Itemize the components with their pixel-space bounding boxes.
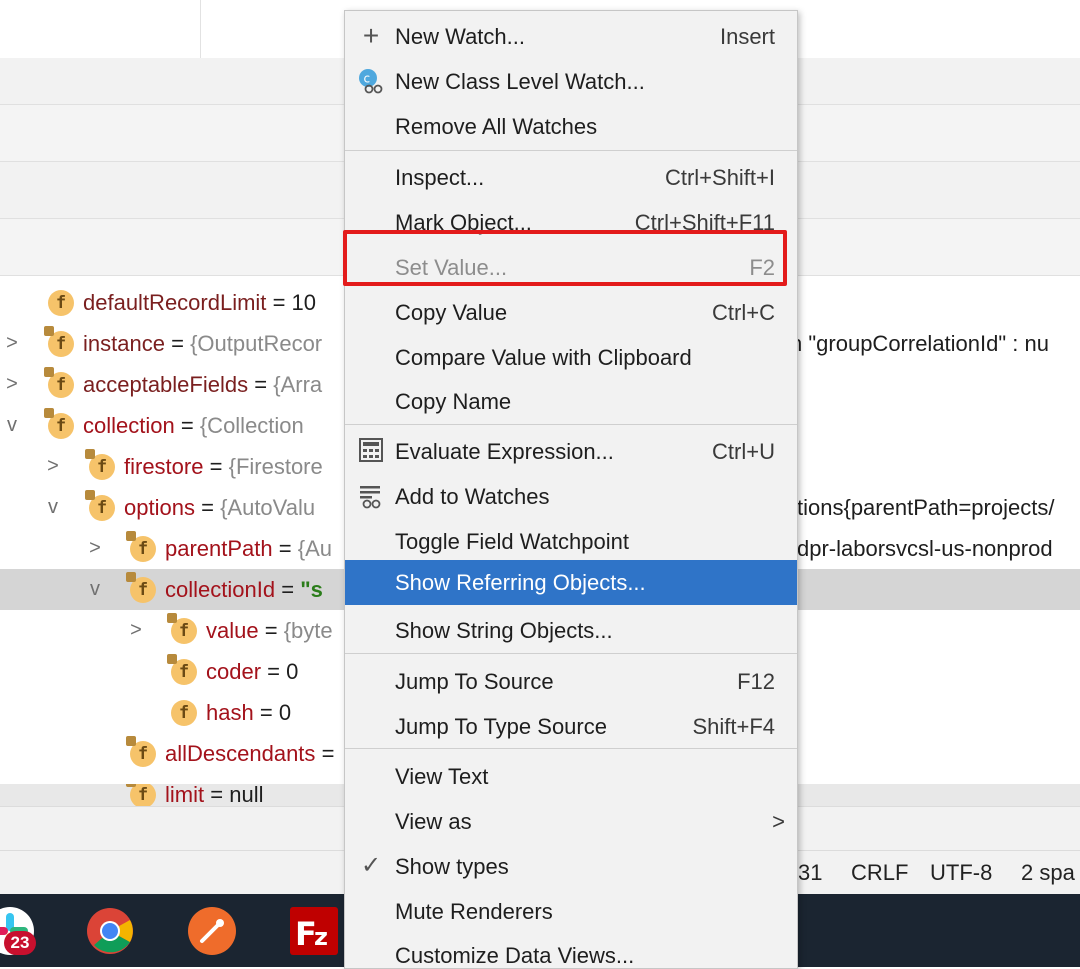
field-value: {Firestore (228, 454, 323, 479)
menu-item-new-class-level-watch[interactable]: c New Class Level Watch... (345, 59, 797, 104)
menu-item-evaluate-expression[interactable]: Evaluate Expression... Ctrl+U (345, 429, 797, 474)
field-icon: f (167, 613, 197, 644)
collapse-arrow-icon[interactable]: v (43, 487, 63, 528)
field-icon: f (126, 784, 156, 806)
menu-item-toggle-field-watchpoint[interactable]: Toggle Field Watchpoint (345, 519, 797, 564)
field-icon: f (126, 572, 156, 603)
field-icon: f (171, 700, 197, 726)
field-value: {Arra (273, 372, 323, 397)
postman-icon[interactable] (188, 907, 236, 955)
field-icon: f (44, 408, 74, 439)
field-icon: f (44, 367, 74, 398)
field-value: 10 (291, 290, 317, 315)
menu-separator (345, 424, 797, 425)
field-icon: f (126, 736, 156, 767)
menu-item-inspect[interactable]: Inspect... Ctrl+Shift+I (345, 155, 797, 200)
svg-text:z: z (314, 923, 328, 951)
expand-arrow-icon[interactable]: > (43, 446, 63, 487)
svg-text:c: c (364, 72, 371, 86)
filezilla-icon[interactable]: F z (290, 907, 338, 955)
field-icon: f (44, 326, 74, 357)
menu-item-customize-data-views[interactable]: Customize Data Views... (345, 933, 797, 968)
field-value-tail: tions{parentPath=projects/ (797, 495, 1055, 520)
class-watch-icon: c (357, 67, 385, 95)
calculator-icon (357, 437, 385, 465)
field-name: value (206, 618, 259, 643)
field-name: limit (165, 784, 205, 806)
menu-separator (345, 748, 797, 749)
menu-item-jump-to-source[interactable]: Jump To Source F12 (345, 659, 797, 704)
menu-item-view-as[interactable]: View as > (345, 799, 797, 844)
field-name: coder (206, 659, 262, 684)
context-menu: + New Watch... Insert c New Class Level … (344, 10, 798, 969)
submenu-arrow-icon: > (772, 809, 785, 834)
field-name: acceptableFields (83, 372, 249, 397)
highlight-annotation-box (343, 230, 787, 286)
field-icon: f (126, 531, 156, 562)
field-value: {Au (297, 536, 333, 561)
plus-icon: + (362, 20, 380, 51)
field-value-tail: dpr-laborsvcsl-us-nonprod (797, 536, 1053, 561)
expand-arrow-icon[interactable]: > (126, 610, 146, 651)
status-line[interactable]: 31 (798, 851, 822, 895)
field-value: null (229, 784, 264, 806)
field-name: instance (83, 331, 165, 356)
menu-item-compare-value[interactable]: Compare Value with Clipboard (345, 335, 797, 380)
menu-item-show-referring-objects[interactable]: Show Referring Objects... (345, 560, 797, 605)
checkmark-icon: ✓ (360, 852, 382, 879)
field-name: options (124, 495, 195, 520)
field-value: 0 (286, 659, 299, 684)
field-name: hash (206, 700, 254, 725)
status-encoding[interactable]: UTF-8 (930, 851, 992, 895)
field-name: collection (83, 413, 175, 438)
menu-item-remove-all-watches[interactable]: Remove All Watches (345, 104, 797, 149)
collapse-arrow-icon[interactable]: v (85, 569, 105, 610)
chrome-icon[interactable] (86, 907, 134, 955)
menu-item-show-string-objects[interactable]: Show String Objects... (345, 608, 797, 653)
field-icon: f (167, 654, 197, 685)
expand-arrow-icon[interactable]: > (85, 528, 105, 569)
watches-icon (357, 482, 385, 510)
field-name: collectionId (165, 577, 276, 602)
field-value: {byte (283, 618, 333, 643)
notification-badge: 23 (4, 931, 36, 955)
menu-item-show-types[interactable]: ✓ Show types (345, 844, 797, 889)
field-value: 0 (278, 700, 292, 725)
menu-item-view-text[interactable]: View Text (345, 754, 797, 799)
expand-arrow-icon[interactable]: > (2, 364, 22, 405)
field-icon: f (48, 290, 74, 316)
field-name: allDescendants (165, 741, 316, 766)
field-value: {OutputRecor (190, 331, 323, 356)
field-value-tail: n "groupCorrelationId" : nu (790, 331, 1049, 356)
field-name: defaultRecordLimit (83, 290, 267, 315)
field-name: parentPath (165, 536, 273, 561)
status-indent[interactable]: 2 spa (1021, 851, 1075, 895)
menu-item-copy-name[interactable]: Copy Name (345, 379, 797, 424)
menu-item-new-watch[interactable]: + New Watch... Insert (345, 14, 797, 59)
field-value: {Collection (199, 413, 304, 438)
menu-item-mute-renderers[interactable]: Mute Renderers (345, 889, 797, 934)
status-line-ending[interactable]: CRLF (851, 851, 908, 895)
expand-arrow-icon[interactable]: > (2, 323, 22, 364)
field-value: "s (300, 577, 323, 602)
field-name: firestore (124, 454, 204, 479)
menu-separator (345, 653, 797, 654)
menu-item-jump-to-type-source[interactable]: Jump To Type Source Shift+F4 (345, 704, 797, 749)
menu-item-copy-value[interactable]: Copy Value Ctrl+C (345, 290, 797, 335)
menu-separator (345, 150, 797, 151)
editor-divider (200, 0, 201, 58)
field-icon: f (85, 449, 115, 480)
field-icon: f (85, 490, 115, 521)
menu-item-add-to-watches[interactable]: Add to Watches (345, 474, 797, 519)
field-value: {AutoValu (220, 495, 316, 520)
collapse-arrow-icon[interactable]: v (2, 405, 22, 446)
